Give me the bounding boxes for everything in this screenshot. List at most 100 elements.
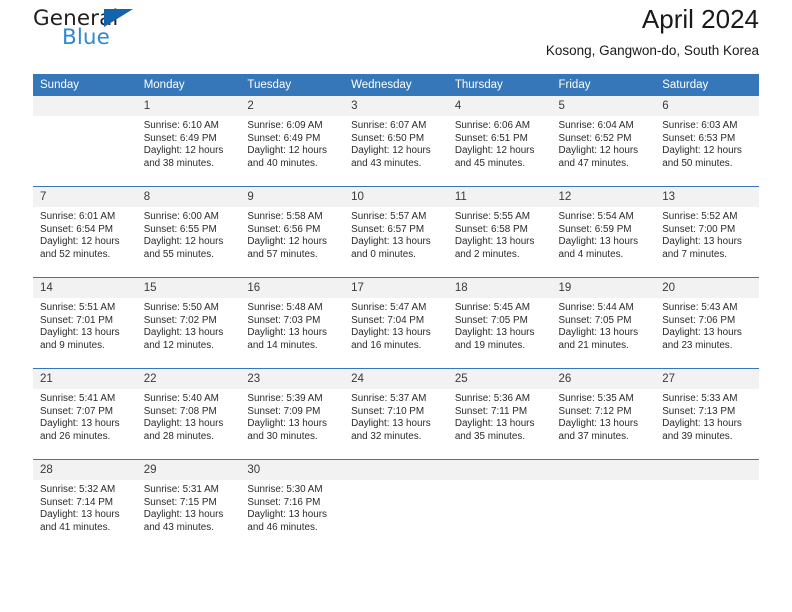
sunrise-text: Sunrise: 5:35 AM [558,393,634,404]
calendar-page: General Blue April 2024 Kosong, Gangwon-… [0,0,792,612]
calendar-cell-day[interactable]: 20 Sunrise: 5:43 AM Sunset: 7:06 PM Dayligh… [655,277,759,369]
calendar-cell-day[interactable]: 7 Sunrise: 6:01 AM Sunset: 6:54 PM Daylight… [33,186,137,278]
calendar-cell-day[interactable]: 3 Sunrise: 6:07 AM Sunset: 6:50 PM Daylight… [344,96,448,187]
general-blue-logo[interactable]: General Blue [33,6,233,58]
calendar-week-row: 14 Sunrise: 5:51 AM Sunset: 7:01 PM Dayligh… [33,277,759,369]
daylight-text: Daylight: 12 hours and 57 minutes. [247,236,327,260]
day-cell-content: 30 Sunrise: 5:30 AM Sunset: 7:16 PM Dayligh… [240,460,345,550]
calendar-cell-day[interactable]: 27 Sunrise: 5:33 AM Sunset: 7:13 PM Dayligh… [655,368,759,460]
calendar-cell-day[interactable]: 1 Sunrise: 6:10 AM Sunset: 6:49 PM Daylight… [136,96,241,187]
calendar-cell-day[interactable]: 16 Sunrise: 5:48 AM Sunset: 7:03 PM Dayligh… [240,277,345,369]
daylight-text: Daylight: 13 hours and 41 minutes. [40,509,120,533]
day-number: 24 [344,369,448,389]
day-cell-content: 19 Sunrise: 5:44 AM Sunset: 7:05 PM Dayligh… [551,278,656,368]
calendar-cell-day[interactable]: 14 Sunrise: 5:51 AM Sunset: 7:01 PM Dayligh… [33,277,137,369]
calendar-cell-day[interactable]: 11 Sunrise: 5:55 AM Sunset: 6:58 PM Dayligh… [447,186,552,278]
calendar-cell-day[interactable]: 23 Sunrise: 5:39 AM Sunset: 7:09 PM Dayligh… [240,368,345,460]
day-details: Sunrise: 6:01 AM Sunset: 6:54 PM Daylight:… [33,207,137,261]
calendar-cell-day[interactable]: 22 Sunrise: 5:40 AM Sunset: 7:08 PM Dayligh… [136,368,241,460]
calendar-cell-day[interactable]: 15 Sunrise: 5:50 AM Sunset: 7:02 PM Dayligh… [136,277,241,369]
daylight-text: Daylight: 13 hours and 9 minutes. [40,327,120,351]
logo-text-blue: Blue [62,25,110,50]
day-details: Sunrise: 5:47 AM Sunset: 7:04 PM Daylight:… [344,298,448,352]
calendar-cell-day[interactable]: 29 Sunrise: 5:31 AM Sunset: 7:15 PM Dayligh… [136,459,241,550]
day-details: Sunrise: 5:40 AM Sunset: 7:08 PM Daylight:… [137,389,241,443]
day-number: 16 [240,278,345,298]
daylight-text: Daylight: 12 hours and 38 minutes. [143,145,224,169]
day-cell-content: 17 Sunrise: 5:47 AM Sunset: 7:04 PM Dayligh… [344,278,448,368]
day-details: Sunrise: 6:03 AM Sunset: 6:53 PM Daylight:… [655,116,759,170]
calendar-cell-day[interactable]: 26 Sunrise: 5:35 AM Sunset: 7:12 PM Dayligh… [551,368,656,460]
calendar-cell-day[interactable]: 30 Sunrise: 5:30 AM Sunset: 7:16 PM Dayligh… [240,459,345,550]
day-number [33,96,137,116]
day-cell-content: 18 Sunrise: 5:45 AM Sunset: 7:05 PM Dayligh… [447,278,552,368]
calendar-cell-day[interactable]: 10 Sunrise: 5:57 AM Sunset: 6:57 PM Dayligh… [344,186,448,278]
day-cell-content: 25 Sunrise: 5:36 AM Sunset: 7:11 PM Dayligh… [447,369,552,459]
day-cell-content: 13 Sunrise: 5:52 AM Sunset: 7:00 PM Dayligh… [655,187,759,277]
calendar-week-row: 21 Sunrise: 5:41 AM Sunset: 7:07 PM Dayligh… [33,368,759,460]
calendar-grid: Sunday Monday Tuesday Wednesday Thursday Frid… [33,74,759,550]
day-details: Sunrise: 6:09 AM Sunset: 6:49 PM Daylight:… [240,116,344,170]
daylight-text: Daylight: 13 hours and 35 minutes. [454,418,535,442]
sunset-text: Sunset: 6:51 PM [454,132,528,144]
day-cell-content [551,460,656,550]
calendar-cell-day[interactable]: 6 Sunrise: 6:03 AM Sunset: 6:53 PM Daylight… [655,96,759,187]
day-number: 12 [551,187,656,207]
sunrise-text: Sunrise: 5:44 AM [558,302,634,313]
daylight-text: Daylight: 13 hours and 2 minutes. [454,236,535,260]
calendar-cell-day[interactable]: 12 Sunrise: 5:54 AM Sunset: 6:59 PM Dayligh… [551,186,656,278]
calendar-cell-day[interactable]: 28 Sunrise: 5:32 AM Sunset: 7:14 PM Dayligh… [33,459,137,550]
calendar-cell-day[interactable]: 17 Sunrise: 5:47 AM Sunset: 7:04 PM Dayligh… [344,277,448,369]
sunset-text: Sunset: 7:09 PM [247,405,321,417]
day-number [655,460,759,480]
day-number: 21 [33,369,137,389]
calendar-cell-day[interactable]: 4 Sunrise: 6:06 AM Sunset: 6:51 PM Daylight… [447,96,552,187]
calendar-cell-day[interactable]: 25 Sunrise: 5:36 AM Sunset: 7:11 PM Dayligh… [447,368,552,460]
calendar-cell-day[interactable]: 24 Sunrise: 5:37 AM Sunset: 7:10 PM Dayligh… [344,368,448,460]
calendar-cell-day[interactable]: 21 Sunrise: 5:41 AM Sunset: 7:07 PM Dayligh… [33,368,137,460]
day-cell-content: 1 Sunrise: 6:10 AM Sunset: 6:49 PM Daylight… [136,96,241,186]
calendar-cell-day[interactable]: 13 Sunrise: 5:52 AM Sunset: 7:00 PM Dayligh… [655,186,759,278]
day-number: 19 [551,278,656,298]
sunrise-text: Sunrise: 6:10 AM [143,120,219,131]
day-details: Sunrise: 6:10 AM Sunset: 6:49 PM Daylight:… [137,116,241,170]
daylight-text: Daylight: 13 hours and 37 minutes. [558,418,639,442]
daylight-text: Daylight: 13 hours and 19 minutes. [454,327,535,351]
sunset-text: Sunset: 6:54 PM [40,223,114,235]
calendar-cell-day[interactable]: 5 Sunrise: 6:04 AM Sunset: 6:52 PM Daylight… [551,96,656,187]
sunrise-text: Sunrise: 6:01 AM [40,211,116,222]
day-details [344,480,448,484]
day-cell-content: 12 Sunrise: 5:54 AM Sunset: 6:59 PM Dayligh… [551,187,656,277]
sunset-text: Sunset: 7:13 PM [662,405,736,417]
day-details: Sunrise: 5:44 AM Sunset: 7:05 PM Daylight:… [552,298,656,352]
day-cell-content: 24 Sunrise: 5:37 AM Sunset: 7:10 PM Dayligh… [344,369,448,459]
day-number: 26 [551,369,656,389]
calendar-cell-day[interactable]: 9 Sunrise: 5:58 AM Sunset: 6:56 PM Daylight… [240,186,345,278]
day-cell-content: 29 Sunrise: 5:31 AM Sunset: 7:15 PM Dayligh… [136,460,241,550]
calendar-week-row: 28 Sunrise: 5:32 AM Sunset: 7:14 PM Dayligh… [33,459,759,550]
weekday-header-saturday: Saturday [655,74,759,96]
day-details [33,116,137,120]
calendar-cell-day[interactable]: 18 Sunrise: 5:45 AM Sunset: 7:05 PM Dayligh… [447,277,552,369]
calendar-week-row: 1 Sunrise: 6:10 AM Sunset: 6:49 PM Daylight… [33,96,759,187]
daylight-text: Daylight: 13 hours and 14 minutes. [247,327,327,351]
sunrise-text: Sunrise: 6:06 AM [454,120,531,131]
day-details: Sunrise: 5:41 AM Sunset: 7:07 PM Daylight:… [33,389,137,443]
sunrise-text: Sunrise: 5:45 AM [454,302,531,313]
day-number: 29 [136,460,241,480]
day-details: Sunrise: 5:33 AM Sunset: 7:13 PM Daylight:… [655,389,759,443]
sunset-text: Sunset: 7:11 PM [454,405,528,417]
day-cell-content [344,460,448,550]
day-cell-content: 8 Sunrise: 6:00 AM Sunset: 6:55 PM Daylight… [136,187,241,277]
calendar-cell-day[interactable]: 19 Sunrise: 5:44 AM Sunset: 7:05 PM Dayligh… [551,277,656,369]
day-details [655,480,759,484]
day-cell-content: 23 Sunrise: 5:39 AM Sunset: 7:09 PM Dayligh… [240,369,345,459]
day-cell-content: 11 Sunrise: 5:55 AM Sunset: 6:58 PM Dayligh… [447,187,552,277]
sunrise-text: Sunrise: 5:55 AM [454,211,531,222]
calendar-cell-day[interactable]: 2 Sunrise: 6:09 AM Sunset: 6:49 PM Daylight… [240,96,345,187]
daylight-text: Daylight: 13 hours and 46 minutes. [247,509,327,533]
day-cell-content: 20 Sunrise: 5:43 AM Sunset: 7:06 PM Dayligh… [655,278,759,368]
day-number [551,460,656,480]
weekday-header-friday: Friday [551,74,656,96]
calendar-cell-day[interactable]: 8 Sunrise: 6:00 AM Sunset: 6:55 PM Daylight… [136,186,241,278]
